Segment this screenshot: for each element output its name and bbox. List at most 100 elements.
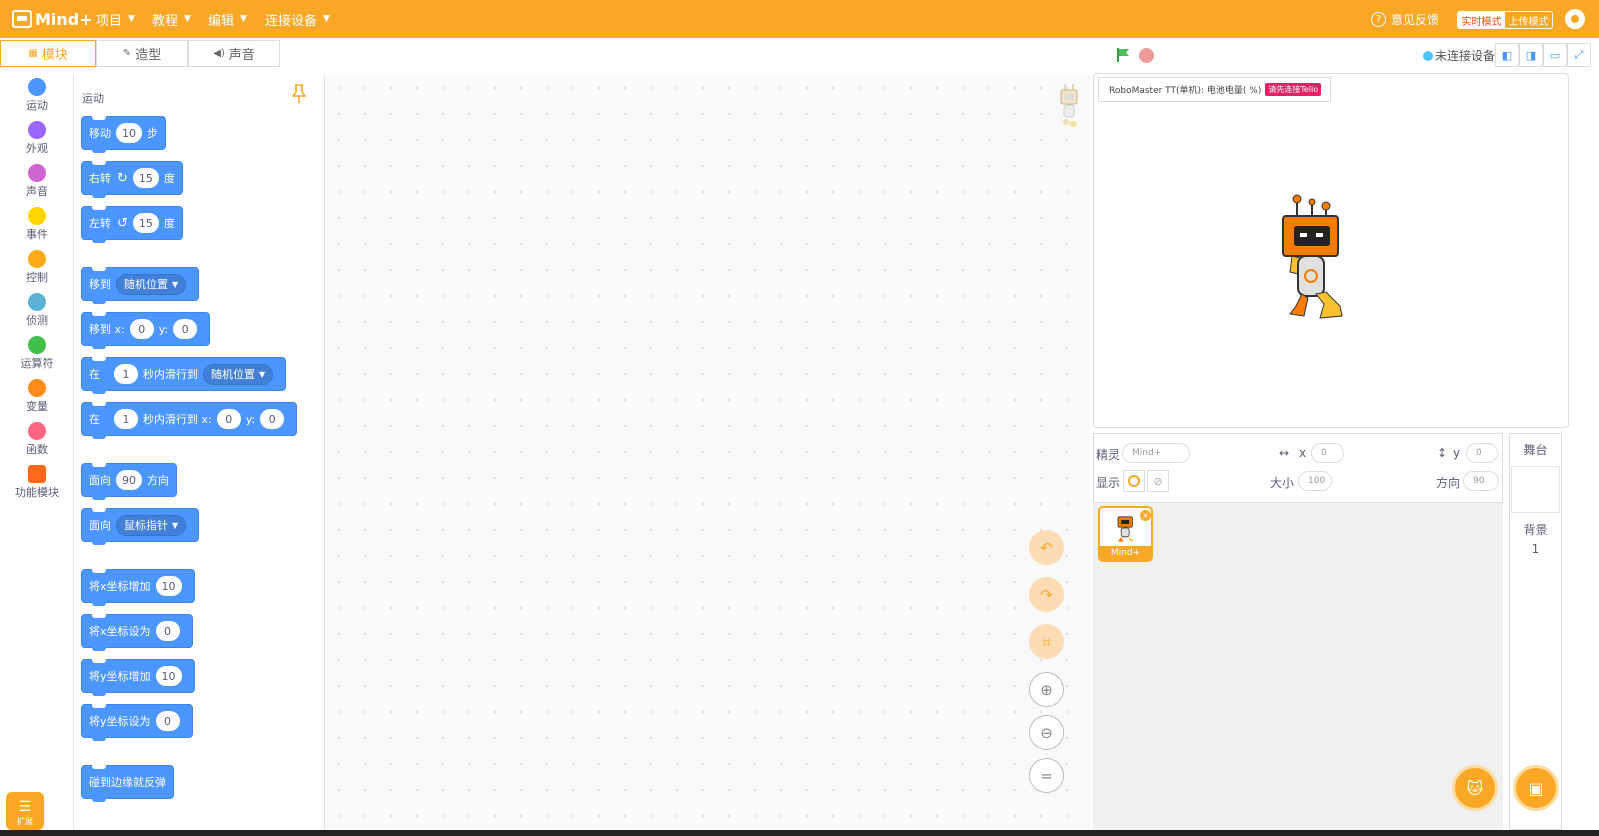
stage-info-bar: RoboMaster TT(单机): 电池电量( %) 请先连接Tello (1098, 77, 1331, 102)
layout-hide-stage-icon[interactable]: ▭ (1543, 43, 1567, 67)
extension-button[interactable]: ☰ 扩展 (6, 792, 44, 830)
block-glide-xy[interactable]: 在 1 秒内滑行到 x: 0 y: 0 (81, 402, 298, 439)
block-turn-left[interactable]: 左转 ↺ 15 度 (81, 206, 183, 243)
speaker-icon: ◀) (213, 48, 225, 59)
direction-input[interactable]: 90 (116, 470, 142, 490)
category-looks[interactable]: 外观 (0, 121, 74, 156)
mode-realtime[interactable]: 实时模式 (1458, 12, 1505, 28)
category-sound[interactable]: 声音 (0, 164, 74, 199)
y-input[interactable]: 0 (173, 319, 198, 339)
block-label: 将x坐标增加 (89, 580, 151, 593)
block-point-towards[interactable]: 面向 鼠标指针 ▼ (81, 508, 200, 545)
block-change-y[interactable]: 将y坐标增加 10 (81, 659, 195, 696)
y-field[interactable]: 0 (1466, 443, 1498, 463)
towards-target-dropdown[interactable]: 鼠标指针 ▼ (116, 514, 187, 536)
steps-input[interactable]: 10 (116, 123, 142, 143)
block-glide[interactable]: 在 1 秒内滑行到 随机位置 ▼ (81, 357, 287, 394)
zoom-reset-icon[interactable]: = (1029, 758, 1064, 793)
fullscreen-icon[interactable]: ⤢ (1567, 43, 1591, 67)
show-eye-icon[interactable] (1123, 470, 1145, 492)
category-sensing[interactable]: 侦测 (0, 293, 74, 328)
category-events[interactable]: 事件 (0, 207, 74, 242)
block-label: 移动 (89, 127, 111, 140)
zoom-in-icon[interactable]: ⊕ (1029, 672, 1064, 707)
block-set-y[interactable]: 将y坐标设为 0 (81, 704, 193, 741)
mode-toggle[interactable]: 实时模式 上传模式 (1457, 11, 1553, 29)
caret-down-icon: ▼ (323, 14, 330, 24)
crop-cleanup-icon[interactable]: ⌗ (1029, 624, 1064, 659)
mindplus-robot-sprite[interactable] (1280, 194, 1350, 324)
category-functions[interactable]: 函数 (0, 422, 74, 457)
add-backdrop-image-icon[interactable]: ▣ (1513, 765, 1559, 811)
block-change-x[interactable]: 将x坐标增加 10 (81, 569, 195, 606)
pin-icon[interactable] (292, 84, 306, 104)
menu-project[interactable]: 项目 ▼ (96, 0, 135, 38)
menu-connect-device[interactable]: 连接设备 ▼ (265, 0, 330, 38)
tab-sounds[interactable]: ◀) 声音 (188, 40, 280, 67)
block-label: 方向 (147, 474, 169, 487)
menu-tutorial[interactable]: 教程 ▼ (152, 0, 191, 38)
degrees-input[interactable]: 15 (132, 168, 159, 188)
tello-connect-badge[interactable]: 请先连接Tello (1265, 83, 1322, 96)
redo-icon[interactable]: ↷ (1029, 577, 1064, 612)
value-input[interactable]: 10 (155, 666, 182, 686)
logo-text: Mind+ (35, 9, 93, 29)
delete-sprite-icon[interactable]: × (1140, 510, 1151, 521)
category-dot-icon (28, 379, 46, 397)
category-dot-icon (28, 250, 46, 268)
mindplus-logo[interactable]: Mind+ (12, 7, 93, 31)
undo-icon[interactable]: ↶ (1029, 530, 1064, 565)
block-goto-xy[interactable]: 移到 x: 0 y: 0 (81, 312, 211, 349)
tab-blocks[interactable]: ▦ 模块 (0, 40, 96, 67)
zoom-out-icon[interactable]: ⊖ (1029, 715, 1064, 750)
gear-icon[interactable] (1565, 9, 1585, 29)
category-dot-icon (28, 164, 46, 182)
goto-target-dropdown[interactable]: 随机位置 ▼ (116, 273, 187, 295)
x-field[interactable]: 0 (1311, 443, 1344, 463)
value-input[interactable]: 0 (155, 711, 180, 731)
stage-thumbnail[interactable] (1511, 466, 1560, 513)
sprite-label: 精灵 (1096, 448, 1121, 462)
size-field[interactable]: 100 (1298, 471, 1332, 491)
block-move-steps[interactable]: 移动 10 步 (81, 116, 166, 153)
degrees-input[interactable]: 15 (132, 213, 159, 233)
sprite-thumb-name: Mind+ (1100, 546, 1151, 560)
block-label: 度 (163, 172, 175, 185)
tab-costumes[interactable]: ✎ 造型 (96, 40, 188, 67)
x-input[interactable]: 0 (216, 409, 241, 429)
feedback-link[interactable]: ? 意见反馈 (1371, 0, 1439, 38)
value-input[interactable]: 0 (155, 621, 180, 641)
menu-edit[interactable]: 编辑 ▼ (208, 0, 247, 38)
value-input[interactable]: 10 (155, 576, 182, 596)
sprite-name-field[interactable]: Mind+ (1122, 443, 1190, 463)
block-label: y: (245, 412, 256, 426)
x-input[interactable]: 0 (129, 319, 154, 339)
category-function-modules[interactable]: 功能模块 (0, 465, 74, 500)
sprite-thumbnail[interactable]: × Mind+ (1098, 506, 1153, 562)
direction-field[interactable]: 90 (1463, 471, 1499, 491)
script-workspace[interactable] (326, 75, 1090, 830)
menu-project-label: 项目 (96, 13, 123, 29)
block-point-direction[interactable]: 面向 90 方向 (81, 463, 177, 500)
tab-sounds-label: 声音 (228, 48, 255, 63)
block-set-x[interactable]: 将x坐标设为 0 (81, 614, 193, 651)
glide-target-dropdown[interactable]: 随机位置 ▼ (203, 363, 274, 385)
seconds-input[interactable]: 1 (114, 364, 138, 384)
seconds-input[interactable]: 1 (114, 409, 138, 429)
category-variables[interactable]: 变量 (0, 379, 74, 414)
y-input[interactable]: 0 (260, 409, 285, 429)
green-flag-icon[interactable] (1116, 48, 1130, 62)
layout-small-stage-icon[interactable]: ◧ (1495, 43, 1519, 67)
layout-normal-stage-icon[interactable]: ◨ (1519, 43, 1543, 67)
stop-icon[interactable] (1139, 48, 1154, 63)
category-motion[interactable]: 运动 (0, 78, 74, 113)
mode-upload[interactable]: 上传模式 (1505, 12, 1552, 28)
block-turn-right[interactable]: 右转 ↻ 15 度 (81, 161, 183, 198)
category-control[interactable]: 控制 (0, 250, 74, 285)
hide-eye-icon[interactable]: ⊘ (1147, 470, 1169, 492)
category-operators[interactable]: 运算符 (0, 336, 74, 371)
editor-tabs: ▦ 模块 ✎ 造型 ◀) 声音 (0, 40, 280, 67)
add-sprite-cat-icon[interactable]: 🐱 (1452, 765, 1498, 811)
block-bounce-on-edge[interactable]: 碰到边缘就反弹 (81, 765, 174, 802)
block-goto[interactable]: 移到 随机位置 ▼ (81, 267, 200, 304)
